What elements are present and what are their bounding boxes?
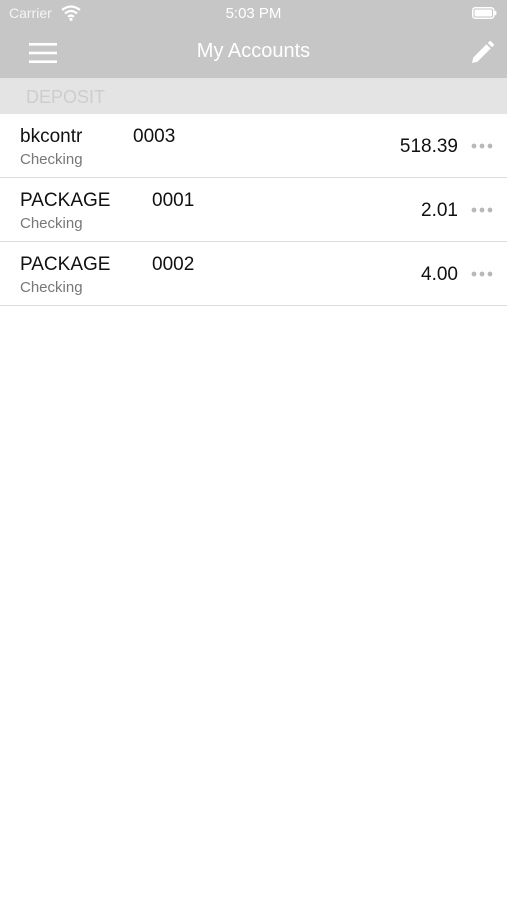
account-number: 0003: [133, 126, 176, 147]
account-row[interactable]: bkcontr 0003 Checking 518.39: [0, 114, 507, 178]
account-type: Checking: [20, 279, 83, 296]
page-title: My Accounts: [196, 40, 311, 62]
account-row[interactable]: PACKAGE 0002 Checking 4.00: [0, 242, 507, 306]
account-name: PACKAGE: [20, 190, 111, 211]
account-type: Checking: [20, 215, 83, 232]
more-dots-icon: [471, 207, 493, 213]
pencil-icon: [472, 41, 494, 63]
status-time: 5:03 PM: [225, 5, 282, 22]
account-balance: 2.01: [421, 200, 458, 221]
more-dots-icon: [471, 271, 493, 277]
account-number: 0001: [152, 190, 195, 211]
edit-button[interactable]: [463, 34, 501, 72]
account-balance: 518.39: [399, 136, 458, 157]
navigation-bar: My Accounts: [0, 28, 507, 78]
account-name: bkcontr: [20, 126, 83, 147]
battery-icon: [472, 7, 497, 19]
status-bar: Carrier 5:03 PM: [0, 0, 507, 28]
account-balance: 4.00: [421, 264, 458, 285]
account-row[interactable]: PACKAGE 0001 Checking 2.01: [0, 178, 507, 242]
more-dots-icon: [471, 143, 493, 149]
account-number: 0002: [152, 254, 195, 275]
accounts-list: bkcontr 0003 Checking 518.39 PACKAGE 000…: [0, 114, 507, 306]
account-name: PACKAGE: [20, 254, 111, 275]
more-options-button[interactable]: [467, 134, 497, 158]
empty-content-area: [0, 306, 507, 900]
section-header-label: DEPOSIT: [26, 87, 106, 107]
account-type: Checking: [20, 151, 83, 168]
section-header-deposit: DEPOSIT: [0, 78, 507, 114]
more-options-button[interactable]: [467, 262, 497, 286]
more-options-button[interactable]: [467, 198, 497, 222]
